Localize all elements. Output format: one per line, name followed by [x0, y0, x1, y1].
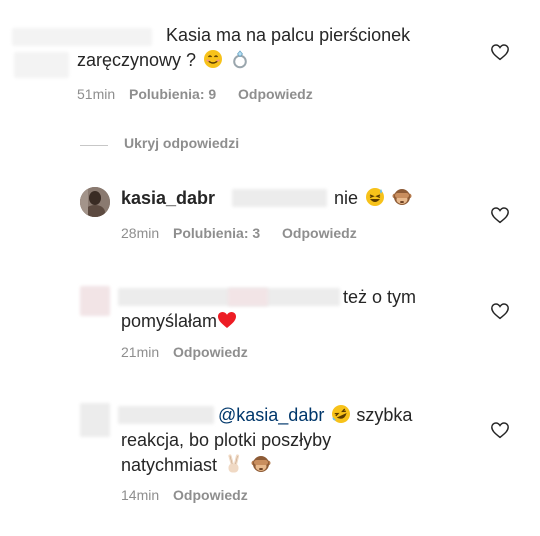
redacted-avatar: [80, 286, 110, 316]
comment-text-line2-row: zaręczynowy ?: [77, 48, 250, 73]
reply-button[interactable]: Odpowiedz: [238, 86, 313, 102]
reply-time: 28min: [121, 225, 160, 241]
reply-meta: 14min Odpowiedz: [121, 487, 266, 503]
heart-outline-icon[interactable]: [490, 421, 510, 439]
reply-button[interactable]: Odpowiedz: [173, 344, 248, 360]
comment-meta: 51min Polubienia: 9 Odpowiedz: [77, 86, 331, 102]
reply-text-line2-row: pomyślałam: [121, 309, 237, 334]
reply-text-line2: pomyślałam: [121, 311, 218, 331]
smiling-face-icon: [204, 50, 223, 68]
reply-text-line3: natychmiast: [121, 455, 218, 475]
reply-text-row-2: nie: [334, 186, 412, 211]
reply-meta: 21min Odpowiedz: [121, 344, 266, 360]
reply-meta: 28min Polubienia: 3 Odpowiedz: [121, 225, 375, 241]
reply-time: 21min: [121, 344, 160, 360]
reply-text-row: kasia_dabr: [121, 186, 215, 211]
redacted-username: [12, 28, 152, 46]
red-heart-icon: [218, 312, 237, 328]
comment-time: 51min: [77, 86, 116, 102]
reply-username[interactable]: kasia_dabr: [121, 188, 215, 208]
likes-count-button[interactable]: Polubienia: 9: [129, 86, 216, 102]
reply-text-line1: też o tym: [343, 287, 417, 307]
reply-text: nie: [334, 188, 359, 208]
reply-text-line1: szybka: [351, 405, 413, 425]
see-no-evil-monkey-icon: [392, 189, 412, 205]
redacted-avatar: [80, 403, 110, 437]
hide-replies-button[interactable]: Ukryj odpowiedzi: [124, 135, 239, 151]
reply-time: 14min: [121, 487, 160, 503]
sweat-smile-icon: [366, 188, 385, 206]
redacted-text: [232, 189, 327, 207]
avatar[interactable]: [80, 187, 110, 217]
comment-text-line1: Kasia ma na palcu pierścionek: [166, 25, 411, 45]
reply-button[interactable]: Odpowiedz: [173, 487, 248, 503]
reply-text-line3-row: natychmiast: [121, 453, 271, 478]
reply-button[interactable]: Odpowiedz: [282, 225, 357, 241]
comment-text-line2: zaręczynowy ?: [77, 50, 202, 70]
victory-hand-icon: [228, 454, 240, 473]
heart-outline-icon[interactable]: [490, 206, 510, 224]
ring-icon: [233, 50, 247, 69]
heart-outline-icon[interactable]: [490, 43, 510, 61]
redacted-text: [228, 288, 268, 306]
redacted-avatar: [14, 52, 69, 78]
likes-count-button[interactable]: Polubienia: 3: [173, 225, 260, 241]
avatar-photo: [80, 187, 110, 217]
reply-text-line2: reakcja, bo plotki poszłyby: [121, 430, 332, 450]
rolling-laughing-icon: [332, 405, 351, 423]
heart-outline-icon[interactable]: [490, 302, 510, 320]
see-no-evil-monkey-icon: [251, 456, 271, 472]
replies-divider-line: [80, 145, 108, 146]
reply-text-line1-row: @kasia_dabr szybka: [218, 403, 412, 428]
mention-link[interactable]: @kasia_dabr: [218, 405, 324, 425]
redacted-username: [118, 406, 214, 424]
